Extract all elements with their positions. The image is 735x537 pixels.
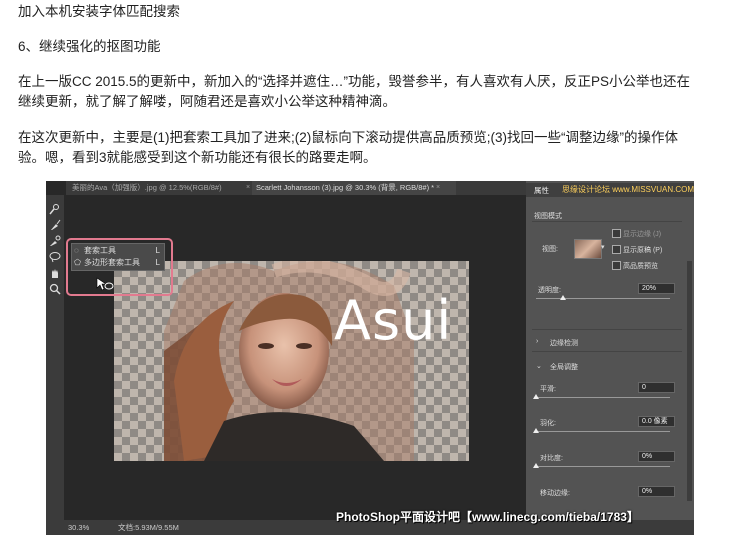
lasso-icon[interactable]	[49, 251, 61, 263]
show-original-checkbox[interactable]	[612, 245, 621, 254]
menu-item-polygonal-lasso[interactable]: ⬠ 多边形套索工具 L	[74, 257, 162, 269]
refine-brush-icon[interactable]	[49, 235, 61, 247]
menu-item-lasso[interactable]: ◌ 套索工具 L	[74, 245, 162, 257]
shift-edge-input[interactable]: 0%	[638, 486, 675, 497]
view-mode-dropdown[interactable]	[574, 239, 602, 259]
brush-icon[interactable]	[49, 219, 61, 231]
lasso-icon: ◌	[74, 246, 79, 255]
feather-label: 羽化:	[540, 420, 556, 427]
hq-preview-label: 高品质预览	[623, 263, 658, 270]
heading-section-6: 6、继续强化的抠图功能	[18, 39, 161, 54]
canvas-text-layer: Asui	[334, 289, 453, 352]
tool-flyout-menu: ◌ 套索工具 L ⬠ 多边形套索工具 L	[71, 243, 165, 271]
feather-input[interactable]: 0.0 像素	[638, 416, 675, 427]
chevron-down-icon[interactable]: ▾	[601, 243, 605, 251]
global-adjust-section[interactable]: 全局调整	[550, 362, 578, 372]
slider-thumb[interactable]	[533, 394, 539, 399]
slider-thumb[interactable]	[533, 463, 539, 468]
cursor-icon	[96, 277, 114, 296]
show-edge-checkbox[interactable]	[612, 229, 621, 238]
site-watermark: 思缘设计论坛 www.MISSVUAN.COM	[562, 185, 694, 194]
chevron-down-icon[interactable]: ⌄	[536, 362, 542, 370]
feather-slider[interactable]	[533, 428, 670, 433]
hq-preview-checkbox[interactable]	[612, 261, 621, 270]
divider	[532, 329, 682, 330]
smooth-input[interactable]: 0	[638, 382, 675, 393]
close-icon[interactable]: ×	[436, 181, 440, 195]
contrast-label: 对比度:	[540, 455, 563, 462]
zoom-level[interactable]: 30.3%	[68, 520, 89, 535]
smooth-label: 平滑:	[540, 386, 556, 393]
show-edge-label: 显示边缘 (J)	[623, 231, 662, 238]
panel-title: 属性	[534, 186, 549, 195]
slider-thumb[interactable]	[533, 428, 539, 433]
forum-watermark: PhotoShop平面设计吧【www.linecg.com/tieba/1783…	[336, 510, 639, 524]
tab-scarlett[interactable]: Scarlett Johansson (3).jpg @ 30.3% (背景, …	[252, 181, 456, 195]
tab-ava[interactable]: 美丽的Ava（加强版）.jpg @ 12.5%(RGB/8#)	[68, 181, 256, 195]
document-tabs: 美丽的Ava（加强版）.jpg @ 12.5%(RGB/8#) × Scarle…	[66, 181, 526, 195]
shortcut-key: L	[155, 258, 160, 267]
polygonal-lasso-icon: ⬠	[74, 258, 81, 267]
contrast-slider[interactable]	[533, 463, 670, 468]
smooth-slider[interactable]	[533, 394, 670, 399]
panel-header: 属性 思缘设计论坛 www.MISSVUAN.COM	[526, 183, 694, 197]
menu-item-label: 套索工具	[84, 246, 116, 255]
properties-panel: 属性 思缘设计论坛 www.MISSVUAN.COM 视图模式 视图: ▾ 显示…	[526, 181, 694, 520]
photoshop-screenshot: 美丽的Ava（加强版）.jpg @ 12.5%(RGB/8#) × Scarle…	[46, 181, 694, 535]
view-mode-section[interactable]: 视图模式	[534, 211, 684, 221]
transparency-input[interactable]: 20%	[638, 283, 675, 294]
quick-selection-icon[interactable]	[49, 203, 61, 215]
paragraph-1-line-2: 继续更新，就了解了解喽，阿随君还是喜欢小公举这种精神滴。	[18, 94, 396, 109]
shift-edge-label: 移动边缘:	[540, 490, 570, 497]
slider-thumb[interactable]	[559, 295, 566, 300]
edge-detection-section[interactable]: 边缘检测	[550, 338, 578, 348]
view-label: 视图:	[542, 246, 558, 253]
transparency-slider[interactable]	[536, 295, 670, 300]
hand-icon[interactable]	[49, 267, 61, 279]
shortcut-key: L	[155, 246, 160, 255]
paragraph-2-line-1: 在这次更新中，主要是(1)把套索工具加了进来;(2)鼠标向下滚动提供高品质预览;…	[18, 130, 678, 145]
chevron-right-icon[interactable]: ›	[536, 338, 538, 345]
zoom-icon[interactable]	[49, 283, 61, 295]
panel-scrollbar[interactable]	[687, 261, 692, 501]
paragraph-1-line-1: 在上一版CC 2015.5的更新中，新加入的“选择并遮住…”功能，毁誉参半，有人…	[18, 74, 691, 89]
show-original-label: 显示原稿 (P)	[623, 247, 663, 254]
contrast-input[interactable]: 0%	[638, 451, 675, 462]
close-icon[interactable]: ×	[246, 181, 250, 195]
tools-panel	[46, 195, 64, 520]
menu-item-label: 多边形套索工具	[84, 258, 140, 267]
transparency-label: 透明度:	[538, 287, 561, 294]
lasso-tool-flyout: ◌ 套索工具 L ⬠ 多边形套索工具 L	[66, 238, 173, 296]
document-size: 文档:5.93M/9.55M	[118, 523, 179, 532]
paragraph-2-line-2: 验。嗯，看到3就能感受到这个新功能还有很长的路要走啊。	[18, 150, 377, 165]
heading-font-matching: 加入本机安装字体匹配搜索	[18, 4, 180, 19]
divider	[532, 351, 682, 352]
